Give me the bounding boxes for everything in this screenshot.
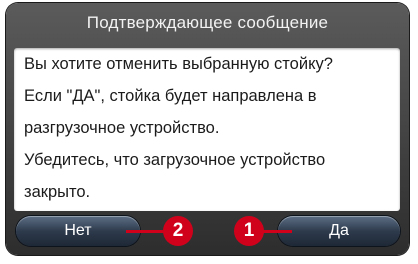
dialog-title: Подтверждающее сообщение — [86, 13, 329, 32]
callout-2-badge: 2 — [163, 216, 193, 246]
no-button[interactable]: Нет — [16, 216, 140, 246]
callout-1-badge: 1 — [234, 216, 264, 246]
message-line: Вы хотите отменить выбранную стойку? — [24, 55, 333, 73]
callout-2-leader-line — [126, 230, 166, 233]
callout-1-leader-line — [262, 230, 292, 233]
message-line: Если "ДА", стойка будет направлена в — [24, 87, 317, 105]
message-line: разгрузочное устройство. — [24, 119, 220, 137]
message-panel: Вы хотите отменить выбранную стойку? Есл… — [14, 48, 400, 211]
message-line: Убедитесь, что загрузочное устройство — [24, 151, 326, 169]
yes-button[interactable]: Да — [278, 216, 400, 246]
message-line: закрыто. — [24, 183, 91, 201]
